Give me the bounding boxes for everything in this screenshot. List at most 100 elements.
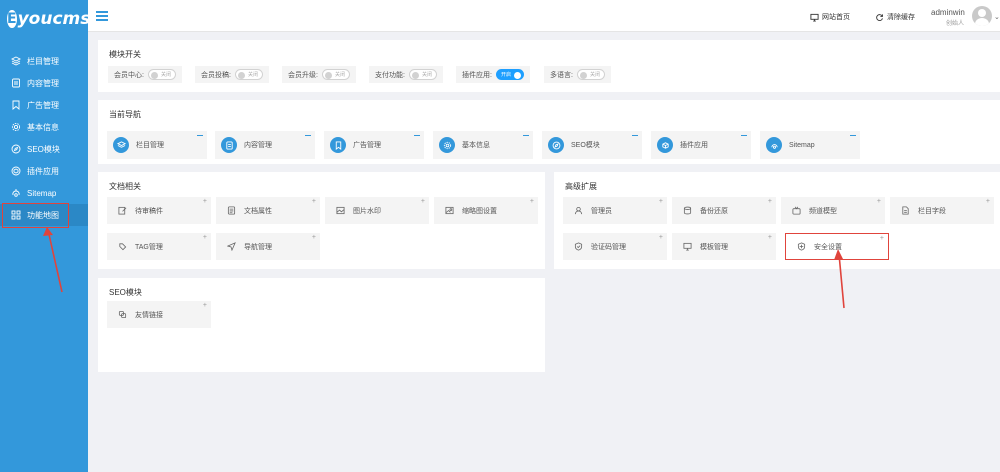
- tile-friend-links[interactable]: 友情链接 +: [107, 301, 211, 328]
- logo-text: youcms: [17, 9, 91, 29]
- sidebar-item-sitemap[interactable]: Sitemap: [0, 182, 88, 204]
- nav-tile-seo[interactable]: SEO模块: [542, 131, 642, 159]
- gear-icon: [443, 141, 451, 149]
- sidebar-item-seo[interactable]: SEO模块: [0, 138, 88, 160]
- remove-icon[interactable]: [414, 135, 420, 137]
- gear-icon: [11, 122, 21, 132]
- add-icon[interactable]: +: [312, 234, 316, 241]
- bookmark-icon: [12, 100, 20, 110]
- layers-icon: [11, 56, 21, 66]
- nav-tile-column[interactable]: 栏目管理: [107, 131, 207, 159]
- tile-label: 导航管理: [244, 243, 272, 251]
- sidebar-item-content[interactable]: 内容管理: [0, 72, 88, 94]
- tile-label: 管理员: [591, 207, 612, 215]
- security-icon: [797, 242, 806, 251]
- add-icon[interactable]: +: [877, 198, 881, 205]
- tile-channel-model[interactable]: 频道模型 +: [781, 197, 885, 224]
- toggle-state: 关闭: [334, 72, 345, 78]
- sidebar-item-label: 栏目管理: [27, 56, 59, 66]
- add-icon[interactable]: +: [880, 235, 884, 242]
- add-icon[interactable]: +: [986, 198, 990, 205]
- nav-tile-basic-info[interactable]: 基本信息: [433, 131, 533, 159]
- nav-tile-label: 内容管理: [244, 142, 272, 149]
- tile-doc-attributes[interactable]: 文档属性 +: [216, 197, 320, 224]
- avatar[interactable]: [972, 6, 992, 26]
- tile-column-fields[interactable]: 栏目字段 +: [890, 197, 994, 224]
- tile-navigation-management[interactable]: 导航管理 +: [216, 233, 320, 260]
- tile-captcha-management[interactable]: 验证码管理 +: [563, 233, 667, 260]
- chevron-down-icon[interactable]: ⌄: [994, 13, 1000, 21]
- tile-pending-review[interactable]: 待审稿件 +: [107, 197, 211, 224]
- list-icon: [227, 206, 236, 215]
- nav-tile-plugins[interactable]: 插件应用: [651, 131, 751, 159]
- switch-member-center: 会员中心: 关闭: [108, 66, 182, 83]
- tile-tag-management[interactable]: TAG管理 +: [107, 233, 211, 260]
- database-icon: [683, 206, 692, 215]
- remove-icon[interactable]: [850, 135, 856, 137]
- monitor-icon: [810, 13, 819, 22]
- logo-mark: E: [7, 10, 17, 28]
- plugin-app-toggle[interactable]: 开启: [495, 69, 524, 80]
- remove-icon[interactable]: [632, 135, 638, 137]
- tile-backup-restore[interactable]: 备份还原 +: [672, 197, 776, 224]
- box-icon: [661, 141, 669, 149]
- nav-tile-label: 广告管理: [353, 142, 381, 149]
- nav-tile-label: Sitemap: [789, 141, 815, 149]
- switch-multi-language: 多语言: 关闭: [544, 66, 611, 83]
- shield-check-icon: [574, 242, 583, 251]
- switch-label: 会员投稿:: [201, 71, 231, 79]
- link-icon: [118, 310, 127, 319]
- add-icon[interactable]: +: [203, 234, 207, 241]
- module-switch-title: 模块开关: [109, 50, 141, 59]
- clear-cache-link[interactable]: 清除缓存: [875, 12, 915, 22]
- add-icon[interactable]: +: [203, 198, 207, 205]
- add-icon[interactable]: +: [768, 198, 772, 205]
- tile-label: TAG管理: [135, 243, 163, 251]
- payment-toggle[interactable]: 关闭: [408, 69, 437, 80]
- navigation-icon: [227, 242, 236, 251]
- tile-thumbnail-settings[interactable]: 缩略图设置 +: [434, 197, 538, 224]
- menu-toggle-icon[interactable]: [96, 11, 108, 21]
- user-icon: [574, 206, 583, 215]
- refresh-icon: [876, 13, 883, 21]
- remove-icon[interactable]: [741, 135, 747, 137]
- nav-tile-content[interactable]: 内容管理: [215, 131, 315, 159]
- remove-icon[interactable]: [197, 135, 203, 137]
- remove-icon[interactable]: [305, 135, 311, 137]
- member-center-toggle[interactable]: 关闭: [147, 69, 176, 80]
- switch-plugin-app: 插件应用: 开启: [456, 66, 530, 83]
- toggle-state: 关闭: [160, 72, 171, 78]
- tile-administrator[interactable]: 管理员 +: [563, 197, 667, 224]
- switch-label: 多语言:: [550, 71, 573, 79]
- image-settings-icon: [445, 206, 454, 215]
- add-icon[interactable]: +: [768, 234, 772, 241]
- add-icon[interactable]: +: [659, 234, 663, 241]
- member-upgrade-toggle[interactable]: 关闭: [321, 69, 350, 80]
- sidebar-item-ads[interactable]: 广告管理: [0, 94, 88, 116]
- sidebar-item-column[interactable]: 栏目管理: [0, 50, 88, 72]
- nav-tile-label: 基本信息: [462, 142, 490, 149]
- add-icon[interactable]: +: [659, 198, 663, 205]
- logo[interactable]: E youcms: [0, 0, 91, 38]
- tile-template-management[interactable]: 模板管理 +: [672, 233, 776, 260]
- sidebar-item-plugins[interactable]: 插件应用: [0, 160, 88, 182]
- add-icon[interactable]: +: [312, 198, 316, 205]
- member-submission-toggle[interactable]: 关闭: [234, 69, 263, 80]
- add-icon[interactable]: +: [530, 198, 534, 205]
- tile-watermark[interactable]: 图片水印 +: [325, 197, 429, 224]
- user-name[interactable]: adminwin: [931, 8, 965, 17]
- compass-icon: [552, 141, 560, 149]
- nav-tile-label: SEO模块: [571, 142, 600, 149]
- site-home-link[interactable]: 网站首页: [810, 12, 850, 22]
- remove-icon[interactable]: [523, 135, 529, 137]
- add-icon[interactable]: +: [203, 302, 207, 309]
- sidebar-item-basic-info[interactable]: 基本信息: [0, 116, 88, 138]
- nav-tile-sitemap[interactable]: Sitemap: [760, 131, 860, 159]
- sitemap-icon: [770, 143, 778, 149]
- switch-label: 会员升级:: [288, 71, 318, 79]
- multi-language-toggle[interactable]: 关闭: [576, 69, 605, 80]
- add-icon[interactable]: +: [421, 198, 425, 205]
- sidebar-highlight-box: [2, 203, 69, 228]
- nav-tile-ads[interactable]: 广告管理: [324, 131, 424, 159]
- file-icon: [902, 206, 909, 215]
